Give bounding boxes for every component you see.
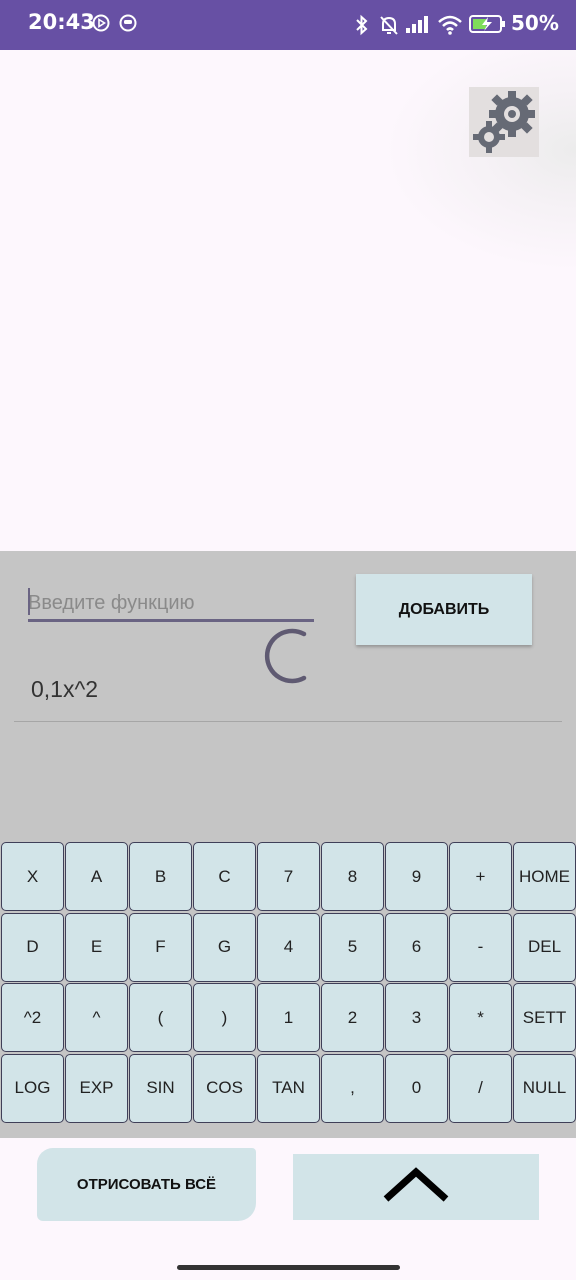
mute-icon [378, 14, 400, 41]
key[interactable]: LOG [1, 1053, 64, 1123]
status-bar: 20:43 50% [0, 0, 576, 50]
function-list-item[interactable]: 0,1x^2 [31, 676, 98, 703]
home-indicator [177, 1265, 400, 1270]
key[interactable]: ^ [65, 983, 128, 1052]
key[interactable]: - [449, 912, 512, 982]
signal-icon [405, 14, 433, 39]
collapse-button[interactable] [293, 1154, 539, 1220]
status-time: 20:43 [28, 10, 95, 34]
bluetooth-icon [354, 14, 370, 41]
play-circle-icon [92, 14, 110, 37]
key[interactable]: C [193, 842, 256, 911]
key[interactable]: D [1, 912, 64, 982]
key[interactable]: * [449, 983, 512, 1052]
key[interactable]: EXP [65, 1053, 128, 1123]
key[interactable]: + [449, 842, 512, 911]
battery-charging-icon [469, 14, 507, 39]
chevron-up-icon [383, 1166, 449, 1202]
key[interactable]: ^2 [1, 983, 64, 1052]
battery-percentage: 50% [511, 11, 559, 35]
loading-spinner-icon [264, 628, 307, 684]
settings-button[interactable] [469, 87, 539, 157]
key[interactable]: HOME [513, 842, 576, 911]
wifi-icon [437, 14, 463, 41]
key[interactable]: 0 [385, 1053, 448, 1123]
key[interactable]: E [65, 912, 128, 982]
key[interactable]: A [65, 842, 128, 911]
key[interactable]: X [1, 842, 64, 911]
key[interactable]: SETT [513, 983, 576, 1052]
divider [14, 721, 562, 722]
key[interactable]: / [449, 1053, 512, 1123]
gears-icon [473, 91, 535, 153]
key[interactable]: F [129, 912, 192, 982]
key[interactable]: 7 [257, 842, 320, 911]
key[interactable]: ( [129, 983, 192, 1052]
key[interactable]: 5 [321, 912, 384, 982]
key[interactable]: COS [193, 1053, 256, 1123]
key[interactable]: 3 [385, 983, 448, 1052]
key[interactable]: G [193, 912, 256, 982]
face-icon [119, 14, 137, 37]
key[interactable]: NULL [513, 1053, 576, 1123]
key[interactable]: TAN [257, 1053, 320, 1123]
key[interactable]: , [321, 1053, 384, 1123]
key[interactable]: 6 [385, 912, 448, 982]
function-keyboard: X A B C 7 8 9 + HOME D E F G 4 5 6- DEL ^2 ^() 1 2 3 * SETT LOG E… [0, 842, 576, 1124]
key[interactable]: 9 [385, 842, 448, 911]
key[interactable]: ) [193, 983, 256, 1052]
draw-all-button[interactable]: ОТРИСОВАТЬ ВСЁ [37, 1148, 256, 1221]
key[interactable]: SIN [129, 1053, 192, 1123]
function-input[interactable] [28, 588, 314, 622]
text-cursor [28, 588, 30, 615]
key[interactable]: 4 [257, 912, 320, 982]
key[interactable]: DEL [513, 912, 576, 982]
key[interactable]: 8 [321, 842, 384, 911]
key[interactable]: 1 [257, 983, 320, 1052]
key[interactable]: B [129, 842, 192, 911]
key[interactable]: 2 [321, 983, 384, 1052]
add-function-button[interactable]: ДОБАВИТЬ [356, 574, 532, 645]
